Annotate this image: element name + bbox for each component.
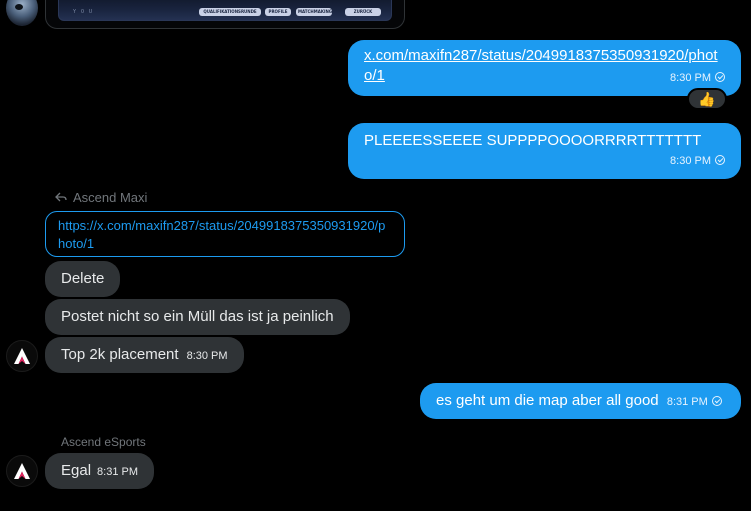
quoted-link[interactable]: https://x.com/maxifn287/status/204991837… xyxy=(58,218,385,251)
image-chip: PROFILE xyxy=(265,8,291,16)
message-time: 8:31 PM xyxy=(97,466,138,478)
message-text: es geht um die map aber all good xyxy=(436,392,659,409)
ascend-logo-icon xyxy=(14,463,30,479)
message-bubble-outgoing[interactable]: x.com/maxifn287/status/20499183753509319… xyxy=(348,40,741,96)
message-time: 8:30 PM xyxy=(670,72,711,84)
message-meta: 8:30 PM xyxy=(670,151,725,171)
reply-context: Ascend Maxi xyxy=(55,190,147,205)
message-time: 8:30 PM xyxy=(186,350,228,362)
message-text: Delete xyxy=(61,270,105,287)
sent-check-icon xyxy=(715,155,725,165)
message-time: 8:31 PM xyxy=(666,396,708,408)
image-chip: QUALIFIKATIONSRUNDE xyxy=(199,8,261,16)
message-text: PLEEEESSEEEE SUPPPPOOOORRRRTTTTTTT xyxy=(364,132,702,149)
sent-check-icon xyxy=(711,396,722,406)
sent-check-icon xyxy=(715,72,725,82)
sender-avatar[interactable] xyxy=(6,340,38,372)
message-meta: 8:31 PM xyxy=(667,396,722,408)
image-chip: ZURÜCK xyxy=(345,8,381,16)
image-attachment[interactable]: Y O U QUALIFIKATIONSRUNDE PROFILE MATCHM… xyxy=(45,0,405,29)
image-preview: Y O U QUALIFIKATIONSRUNDE PROFILE MATCHM… xyxy=(58,0,392,21)
sender-avatar[interactable] xyxy=(6,455,38,487)
dm-conversation: Y O U QUALIFIKATIONSRUNDE PROFILE MATCHM… xyxy=(0,0,751,511)
reply-sender: Ascend Maxi xyxy=(73,190,148,205)
message-bubble-outgoing[interactable]: es geht um die map aber all good 8:31 PM xyxy=(420,383,741,419)
image-chip: MATCHMAKING xyxy=(296,8,332,16)
reply-arrow-icon xyxy=(55,191,67,205)
image-caption: Y O U xyxy=(73,9,94,15)
user-avatar[interactable] xyxy=(6,0,38,26)
message-text: Postet nicht so ein Müll das ist ja pein… xyxy=(61,308,334,325)
message-time: 8:30 PM xyxy=(670,155,711,167)
quoted-message[interactable]: https://x.com/maxifn287/status/204991837… xyxy=(45,211,405,257)
message-bubble-outgoing[interactable]: PLEEEESSEEEE SUPPPPOOOORRRRTTTTTTT 8:30 … xyxy=(348,123,741,179)
ascend-logo-icon xyxy=(14,348,30,364)
sender-name: Ascend eSports xyxy=(61,435,146,449)
message-meta: 8:30 PM xyxy=(670,68,725,88)
message-text: Egal xyxy=(61,462,92,479)
message-bubble-incoming[interactable]: Delete xyxy=(45,261,121,297)
thumbs-up-icon: 👍 xyxy=(698,90,716,107)
message-bubble-incoming[interactable]: Egal 8:31 PM xyxy=(45,453,154,489)
message-bubble-incoming[interactable]: Top 2k placement 8:30 PM xyxy=(45,337,244,373)
reaction-badge[interactable]: 👍 xyxy=(687,88,727,110)
message-text: Top 2k placement xyxy=(61,346,179,363)
message-bubble-incoming[interactable]: Postet nicht so ein Müll das ist ja pein… xyxy=(45,299,350,335)
